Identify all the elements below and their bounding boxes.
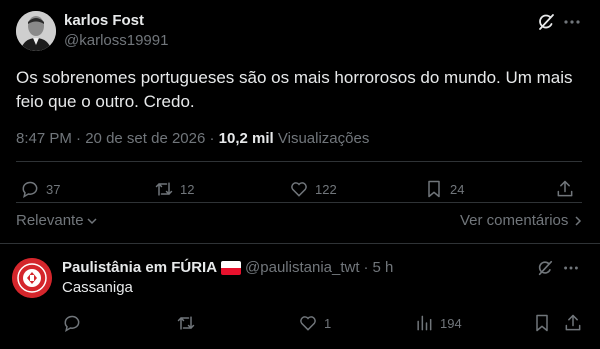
divider bbox=[16, 202, 582, 203]
reply-like-button[interactable]: 1 bbox=[298, 313, 331, 333]
chevron-right-icon bbox=[572, 215, 584, 227]
bookmark-icon bbox=[424, 179, 444, 199]
reply-avatar[interactable] bbox=[12, 258, 52, 298]
chevron-down-icon bbox=[86, 215, 98, 227]
see-replies-label: Ver comentários bbox=[460, 212, 569, 229]
divider bbox=[16, 161, 582, 162]
like-count: 122 bbox=[315, 181, 337, 197]
reply-count: 37 bbox=[46, 181, 61, 197]
reply-views-count: 194 bbox=[440, 315, 462, 331]
meta-separator: · bbox=[363, 259, 369, 276]
reply-icon bbox=[20, 179, 40, 199]
reply-time[interactable]: 5 h bbox=[373, 259, 394, 276]
post-text: Os sobrenomes portugueses são os mais ho… bbox=[16, 68, 573, 111]
more-icon[interactable] bbox=[562, 12, 582, 32]
repost-count: 12 bbox=[180, 181, 195, 197]
post-date[interactable]: 20 de set de 2026 bbox=[85, 130, 205, 147]
heart-icon bbox=[298, 313, 318, 333]
post-meta: 8:47 PM · 20 de set de 2026 · 10,2 mil V… bbox=[16, 130, 369, 147]
bookmark-button[interactable]: 24 bbox=[424, 179, 464, 199]
meta-separator: · bbox=[76, 130, 82, 147]
reply-like-count: 1 bbox=[324, 315, 332, 331]
more-icon[interactable] bbox=[562, 259, 580, 277]
reply-share-button[interactable] bbox=[563, 313, 583, 333]
reply-views-button[interactable]: 194 bbox=[414, 313, 462, 333]
repost-button[interactable]: 12 bbox=[154, 179, 194, 199]
sort-dropdown[interactable]: Relevante bbox=[16, 212, 98, 229]
sort-label: Relevante bbox=[16, 212, 84, 229]
reply-bookmark-button[interactable] bbox=[532, 313, 552, 333]
reply-author-handle[interactable]: @paulistania_twt bbox=[245, 259, 359, 276]
reply-text: Cassaniga bbox=[62, 279, 133, 296]
divider bbox=[0, 243, 600, 244]
bookmark-count: 24 bbox=[450, 181, 465, 197]
reply-header: Paulistânia em FÚRIA @paulistania_twt · … bbox=[62, 259, 393, 276]
share-icon bbox=[563, 313, 583, 333]
meta-separator: · bbox=[209, 130, 215, 147]
reply-repost-button[interactable] bbox=[176, 313, 202, 333]
share-button[interactable] bbox=[555, 179, 575, 199]
heart-icon bbox=[289, 179, 309, 199]
like-button[interactable]: 122 bbox=[289, 179, 337, 199]
author-avatar[interactable] bbox=[16, 11, 56, 51]
repost-icon bbox=[154, 179, 174, 199]
views-count: 10,2 mil bbox=[218, 130, 274, 147]
author-name[interactable]: karlos Fost bbox=[64, 12, 144, 29]
views-icon bbox=[414, 313, 434, 333]
reply-button[interactable]: 37 bbox=[20, 179, 60, 199]
views-label: Visualizações bbox=[277, 130, 370, 147]
see-replies-link[interactable]: Ver comentários bbox=[460, 212, 584, 229]
reply-author-name[interactable]: Paulistânia em FÚRIA bbox=[62, 259, 217, 276]
author-handle[interactable]: @karloss19991 bbox=[64, 32, 168, 49]
share-icon bbox=[555, 179, 575, 199]
flag-icon bbox=[221, 260, 242, 275]
grok-icon[interactable] bbox=[536, 259, 554, 277]
post-time[interactable]: 8:47 PM bbox=[16, 130, 72, 147]
reply-icon bbox=[62, 313, 82, 333]
grok-icon[interactable] bbox=[536, 12, 556, 32]
repost-icon bbox=[176, 313, 196, 333]
reply-reply-button[interactable] bbox=[62, 313, 88, 333]
bookmark-icon bbox=[532, 313, 552, 333]
